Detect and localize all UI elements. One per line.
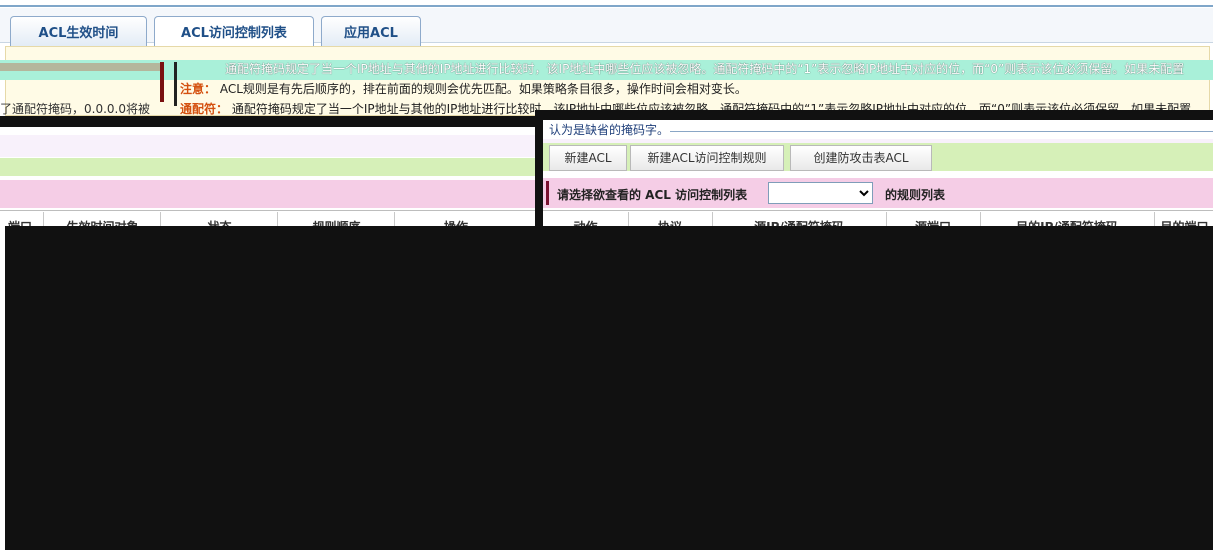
left-dark-band (0, 116, 535, 127)
selector-prefix-label: 请选择欲查看的 ACL 访问控制列表 (557, 188, 748, 202)
divider-bar (160, 62, 164, 102)
note-label: 注意： (180, 82, 217, 96)
tab-apply-acl[interactable]: 应用ACL (321, 16, 421, 50)
note-underline (670, 131, 1213, 132)
redacted-content-area (5, 226, 1213, 550)
default-mask-note: 认为是缺省的掩码字。 (549, 123, 670, 137)
note-text: ACL规则是有先后顺序的，排在前面的规则会优先匹配。如果策略条目很多，操作时间会… (219, 82, 747, 96)
left-green-row (0, 158, 535, 176)
selector-suffix-label: 的规则列表 (885, 188, 946, 202)
left-selector-row (0, 180, 535, 208)
create-antiattack-acl-button[interactable]: 创建防攻击表ACL (790, 145, 932, 171)
left-decor-strip (0, 63, 160, 71)
left-wildcard-fragment: 了通配符掩码，0.0.0.0将被 (0, 102, 150, 116)
new-acl-button[interactable]: 新建ACL (549, 145, 627, 171)
notice-note-line: 注意： ACL规则是有先后顺序的，排在前面的规则会优先匹配。如果策略条目很多，操… (180, 80, 1180, 98)
divider-bar-dark (174, 62, 177, 106)
right-dark-band (535, 110, 1213, 120)
new-acl-rule-button[interactable]: 新建ACL访问控制规则 (630, 145, 784, 171)
notice-garbled-text: 通配符掩码规定了当一个IP地址与其他的IP地址进行比较时，该IP地址中哪些位应该… (225, 62, 1185, 76)
left-toolbar-row (0, 135, 535, 157)
wildcard-label: 通配符： (180, 102, 229, 116)
acl-list-select[interactable] (768, 182, 873, 204)
tab-acl-effective-time[interactable]: ACL生效时间 (10, 16, 147, 50)
top-border-line (0, 5, 1213, 7)
selector-accent-bar (546, 181, 549, 205)
tab-bar: ACL生效时间 ACL访问控制列表 应用ACL (0, 8, 1213, 51)
vertical-dark-divider (535, 110, 543, 226)
